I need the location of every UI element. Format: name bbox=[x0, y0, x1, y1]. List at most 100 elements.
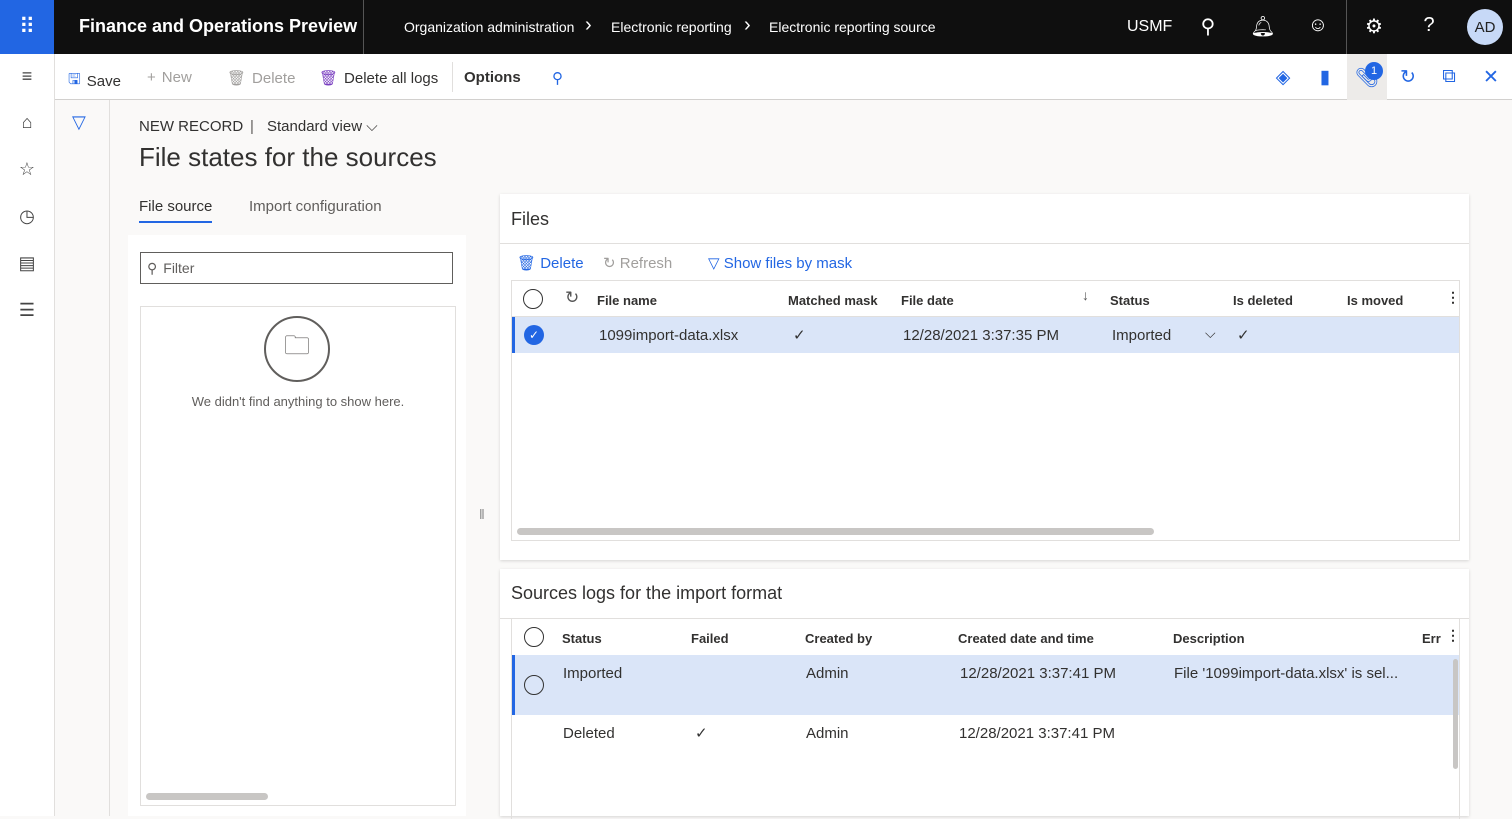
file-source-panel: ⚲Filter 🗀 We didn't find anything to sho… bbox=[128, 235, 466, 816]
column-header-file-date[interactable]: File date bbox=[901, 293, 954, 308]
created-by-cell: Admin bbox=[806, 665, 849, 682]
trash-icon: 🗑︎ bbox=[517, 255, 536, 272]
table-row[interactable]: ✓ 1099import-data.xlsx ✓ 12/28/2021 3:37… bbox=[512, 317, 1459, 353]
filter-icon: ▽ bbox=[708, 255, 720, 272]
power-apps-icon[interactable]: ◈ bbox=[1268, 66, 1298, 89]
chevron-down-icon[interactable]: ⌵ bbox=[1205, 325, 1216, 342]
row-checkbox-checked[interactable]: ✓ bbox=[524, 325, 544, 345]
avatar[interactable]: AD bbox=[1467, 9, 1503, 45]
smiley-icon[interactable]: ☺ bbox=[1303, 14, 1333, 37]
column-header-is-moved[interactable]: Is moved bbox=[1347, 293, 1403, 308]
table-row[interactable]: Imported Admin 12/28/2021 3:37:41 PM Fil… bbox=[512, 655, 1459, 715]
open-new-window-icon[interactable]: ⧉ bbox=[1434, 66, 1464, 88]
filter-icon[interactable]: ▽ bbox=[72, 112, 86, 133]
row-checkbox[interactable] bbox=[524, 675, 544, 695]
column-header-created-by[interactable]: Created by bbox=[805, 631, 872, 646]
description-cell: File '1099import-data.xlsx' is sel... bbox=[1174, 665, 1398, 682]
column-header-is-deleted[interactable]: Is deleted bbox=[1233, 293, 1293, 308]
gear-icon[interactable]: ⚙ bbox=[1359, 14, 1389, 39]
breadcrumb-org-admin[interactable]: Organization administration bbox=[404, 19, 574, 35]
close-icon[interactable]: ✕ bbox=[1476, 66, 1506, 89]
tab-file-source[interactable]: File source bbox=[139, 198, 212, 223]
delete-all-logs-button[interactable]: 🗑︎Delete all logs bbox=[319, 69, 438, 87]
refresh-icon: ↻ bbox=[603, 255, 616, 272]
sort-descending-icon: ↓ bbox=[1082, 287, 1089, 303]
office-icon[interactable]: ▮ bbox=[1310, 66, 1340, 89]
column-header-created-date[interactable]: Created date and time bbox=[958, 631, 1094, 646]
column-header-status[interactable]: Status bbox=[562, 631, 602, 646]
column-header-error[interactable]: Err bbox=[1422, 631, 1441, 646]
clock-icon[interactable]: ◷ bbox=[0, 206, 54, 227]
matched-mask-cell: ✓ bbox=[793, 326, 806, 344]
app-title: Finance and Operations Preview bbox=[79, 16, 357, 37]
created-date-cell: 12/28/2021 3:37:41 PM bbox=[960, 665, 1116, 682]
column-header-matched-mask[interactable]: Matched mask bbox=[788, 293, 878, 308]
select-all-checkbox[interactable] bbox=[523, 289, 543, 309]
options-tab[interactable]: Options bbox=[464, 69, 521, 86]
splitter-handle[interactable]: ‖ bbox=[479, 506, 485, 522]
record-label: NEW RECORD bbox=[139, 118, 243, 135]
refresh-icon[interactable]: ↻ bbox=[565, 288, 579, 308]
filter-pane: ▽ bbox=[55, 100, 110, 816]
save-button[interactable]: 🖫Save bbox=[68, 69, 121, 94]
column-header-description[interactable]: Description bbox=[1173, 631, 1245, 646]
search-icon: ⚲ bbox=[147, 260, 157, 277]
logs-card: Sources logs for the import format Statu… bbox=[500, 569, 1469, 816]
page-title: File states for the sources bbox=[139, 142, 437, 173]
more-columns-icon[interactable]: ⋮ bbox=[1446, 289, 1460, 306]
left-nav: ≡ ⌂ ☆ ◷ ▤ ☰ bbox=[0, 54, 55, 816]
chevron-right-icon: › bbox=[744, 14, 751, 37]
files-title: Files bbox=[511, 209, 549, 230]
files-delete-button[interactable]: 🗑︎ Delete bbox=[517, 254, 584, 272]
workspace-icon[interactable]: ▤ bbox=[0, 253, 54, 274]
bell-icon[interactable]: 🔔︎ bbox=[1248, 14, 1278, 39]
breadcrumb-er-source[interactable]: Electronic reporting source bbox=[769, 19, 936, 35]
trash-icon: 🗑︎ bbox=[319, 69, 338, 87]
view-selector[interactable]: Standard view ⌵ bbox=[267, 118, 378, 135]
empty-message: We didn't find anything to show here. bbox=[141, 394, 455, 409]
app-launcher-icon[interactable]: ⠿ bbox=[0, 0, 54, 54]
is-deleted-cell: ✓ bbox=[1237, 326, 1250, 344]
company-picker[interactable]: USMF bbox=[1127, 18, 1172, 36]
help-icon[interactable]: ? bbox=[1414, 14, 1444, 37]
select-all-checkbox[interactable] bbox=[524, 627, 544, 647]
failed-cell: ✓ bbox=[695, 724, 708, 742]
column-header-failed[interactable]: Failed bbox=[691, 631, 729, 646]
horizontal-scrollbar[interactable] bbox=[146, 793, 268, 800]
horizontal-scrollbar[interactable] bbox=[517, 528, 1154, 535]
file-date-cell: 12/28/2021 3:37:35 PM bbox=[903, 327, 1059, 344]
delete-button[interactable]: 🗑︎Delete bbox=[227, 69, 295, 87]
modules-icon[interactable]: ☰ bbox=[0, 300, 54, 321]
status-cell: Imported bbox=[563, 665, 622, 682]
empty-folder-icon: 🗀 bbox=[264, 316, 330, 382]
file-name-cell: 1099import-data.xlsx bbox=[599, 327, 738, 344]
trash-icon: 🗑︎ bbox=[227, 69, 246, 87]
chevron-right-icon: › bbox=[585, 14, 592, 37]
star-icon[interactable]: ☆ bbox=[0, 159, 54, 180]
created-date-cell: 12/28/2021 3:37:41 PM bbox=[959, 725, 1115, 742]
hamburger-icon[interactable]: ≡ bbox=[0, 66, 54, 87]
column-header-file-name[interactable]: File name bbox=[597, 293, 657, 308]
source-list: 🗀 We didn't find anything to show here. bbox=[140, 306, 456, 806]
breadcrumb-electronic-reporting[interactable]: Electronic reporting bbox=[611, 19, 732, 35]
more-columns-icon[interactable]: ⋮ bbox=[1446, 627, 1460, 644]
action-pane: 🖫Save +New 🗑︎Delete 🗑︎Delete all logs Op… bbox=[55, 54, 1512, 100]
column-header-status[interactable]: Status bbox=[1110, 293, 1150, 308]
vertical-scrollbar[interactable] bbox=[1453, 659, 1458, 769]
attachments-badge: 1 bbox=[1365, 62, 1383, 80]
filter-input[interactable]: ⚲Filter bbox=[140, 252, 453, 284]
table-row[interactable]: Deleted ✓ Admin 12/28/2021 3:37:41 PM bbox=[512, 715, 1459, 775]
tab-import-configuration[interactable]: Import configuration bbox=[249, 198, 382, 215]
search-icon[interactable]: ⚲ bbox=[552, 69, 563, 87]
status-select[interactable]: Imported bbox=[1112, 327, 1171, 344]
status-cell: Deleted bbox=[563, 725, 615, 742]
show-files-by-mask-button[interactable]: ▽ Show files by mask bbox=[708, 254, 852, 272]
files-grid: ↻ File name Matched mask File date ↓ Sta… bbox=[511, 280, 1460, 541]
home-icon[interactable]: ⌂ bbox=[0, 112, 54, 133]
new-button[interactable]: +New bbox=[147, 69, 192, 86]
files-card: Files 🗑︎ Delete ↻ Refresh ▽ Show files b… bbox=[500, 194, 1469, 560]
refresh-icon[interactable]: ↻ bbox=[1393, 66, 1423, 89]
files-refresh-button[interactable]: ↻ Refresh bbox=[603, 254, 672, 272]
search-icon[interactable]: ⚲ bbox=[1193, 14, 1223, 39]
logs-grid: Status Failed Created by Created date an… bbox=[511, 619, 1460, 819]
